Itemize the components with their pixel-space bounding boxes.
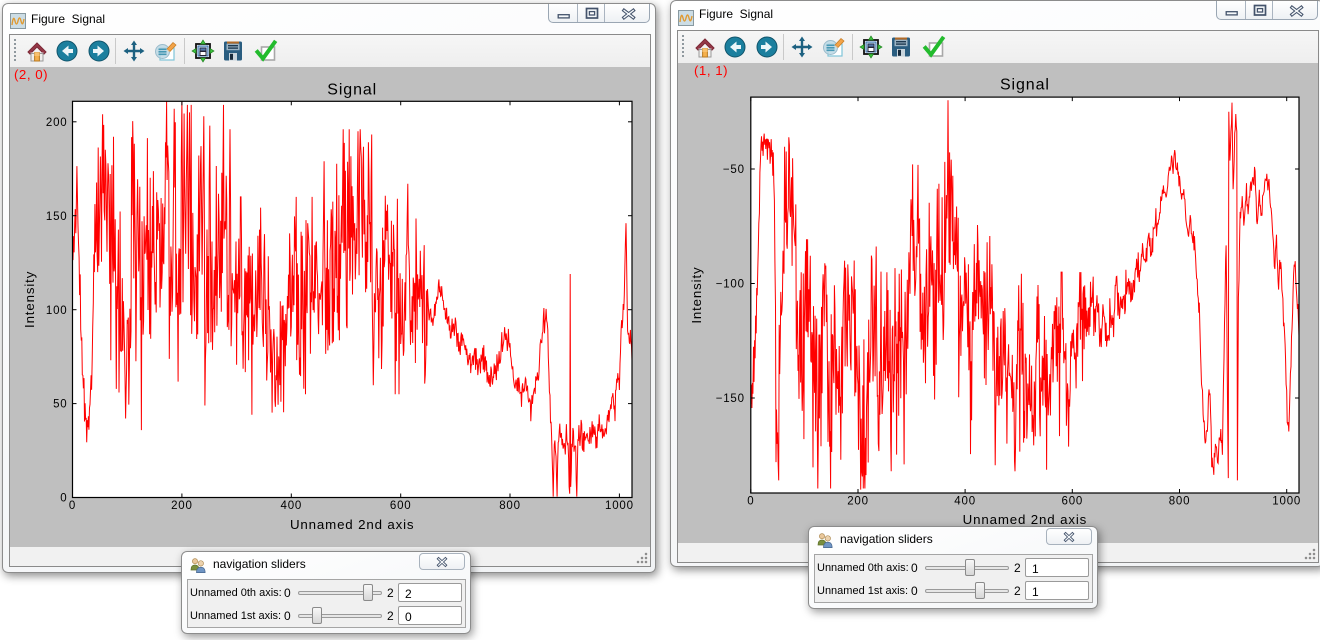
svg-text:Intensity: Intensity (689, 267, 704, 324)
svg-text:150: 150 (46, 211, 68, 223)
svg-text:1000: 1000 (605, 500, 634, 512)
svg-text:0: 0 (69, 500, 76, 512)
svg-text:Intensity: Intensity (22, 271, 37, 328)
svg-text:800: 800 (499, 500, 521, 512)
svg-text:200: 200 (171, 500, 193, 512)
svg-text:1000: 1000 (1272, 496, 1301, 508)
svg-text:600: 600 (390, 500, 412, 512)
svg-text:400: 400 (954, 496, 976, 508)
svg-text:Unnamed 2nd axis: Unnamed 2nd axis (963, 512, 1087, 527)
svg-text:Signal: Signal (1000, 77, 1050, 94)
svg-text:100: 100 (46, 305, 68, 317)
svg-text:−150: −150 (716, 393, 745, 405)
svg-text:200: 200 (847, 496, 869, 508)
svg-text:Signal: Signal (327, 82, 377, 99)
svg-text:50: 50 (53, 399, 67, 411)
svg-text:−50: −50 (723, 164, 745, 176)
svg-text:600: 600 (1062, 496, 1084, 508)
svg-text:200: 200 (46, 117, 68, 129)
svg-text:−100: −100 (716, 279, 745, 291)
svg-text:400: 400 (281, 500, 303, 512)
svg-text:0: 0 (60, 493, 67, 505)
svg-text:Unnamed 2nd axis: Unnamed 2nd axis (290, 517, 414, 532)
svg-text:0: 0 (747, 496, 754, 508)
svg-text:800: 800 (1169, 496, 1191, 508)
